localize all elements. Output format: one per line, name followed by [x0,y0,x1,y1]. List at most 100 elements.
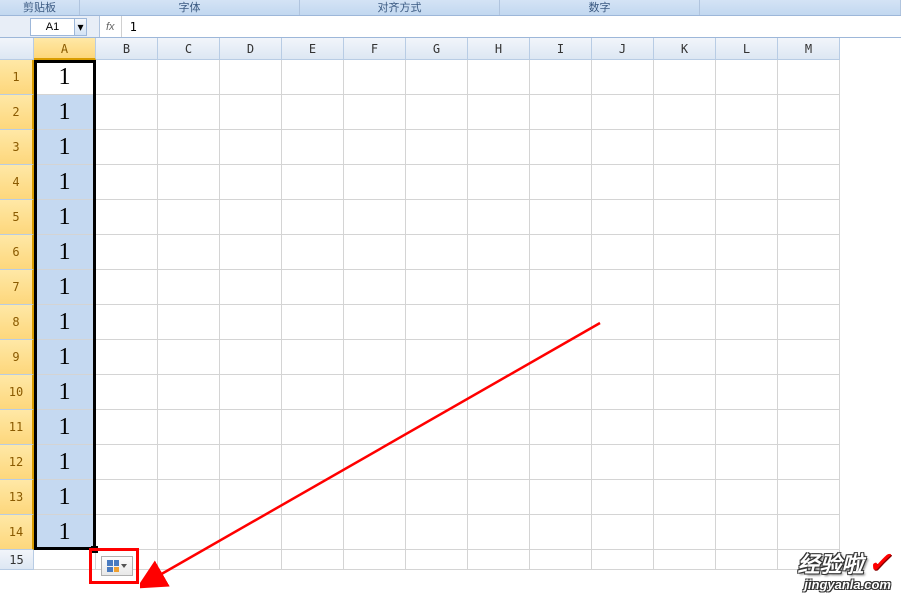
cell-B4[interactable] [96,165,158,200]
row-header-13[interactable]: 13 [0,480,34,515]
cell-E5[interactable] [282,200,344,235]
row-header-10[interactable]: 10 [0,375,34,410]
cells-area[interactable]: 1 1 1 1 1 1 1 1 1 1 1 1 1 1 [34,60,840,570]
cell-K13[interactable] [654,480,716,515]
row-header-11[interactable]: 11 [0,410,34,445]
fill-handle[interactable] [91,546,98,553]
cell-B14[interactable] [96,515,158,550]
cell-H11[interactable] [468,410,530,445]
cell-C13[interactable] [158,480,220,515]
cell-M8[interactable] [778,305,840,340]
cell-F15[interactable] [344,550,406,570]
cell-G14[interactable] [406,515,468,550]
name-box[interactable]: A1 [30,18,75,36]
row-header-3[interactable]: 3 [0,130,34,165]
cell-F1[interactable] [344,60,406,95]
cell-G13[interactable] [406,480,468,515]
col-header-M[interactable]: M [778,38,840,60]
cell-F11[interactable] [344,410,406,445]
cell-I15[interactable] [530,550,592,570]
cell-C10[interactable] [158,375,220,410]
cell-E3[interactable] [282,130,344,165]
cell-A2[interactable]: 1 [34,95,96,130]
cell-C4[interactable] [158,165,220,200]
cell-H1[interactable] [468,60,530,95]
cell-D14[interactable] [220,515,282,550]
cell-C2[interactable] [158,95,220,130]
cell-E7[interactable] [282,270,344,305]
cell-D3[interactable] [220,130,282,165]
cell-M3[interactable] [778,130,840,165]
cell-K14[interactable] [654,515,716,550]
col-header-B[interactable]: B [96,38,158,60]
cell-C15[interactable] [158,550,220,570]
row-header-6[interactable]: 6 [0,235,34,270]
cell-M12[interactable] [778,445,840,480]
cell-B7[interactable] [96,270,158,305]
cell-I7[interactable] [530,270,592,305]
cell-D6[interactable] [220,235,282,270]
cell-H4[interactable] [468,165,530,200]
cell-C6[interactable] [158,235,220,270]
cell-E15[interactable] [282,550,344,570]
cell-E14[interactable] [282,515,344,550]
col-header-L[interactable]: L [716,38,778,60]
cell-E4[interactable] [282,165,344,200]
cell-J12[interactable] [592,445,654,480]
cell-L15[interactable] [716,550,778,570]
cell-E11[interactable] [282,410,344,445]
cell-G15[interactable] [406,550,468,570]
cell-C11[interactable] [158,410,220,445]
cell-J4[interactable] [592,165,654,200]
cell-I5[interactable] [530,200,592,235]
cell-F12[interactable] [344,445,406,480]
cell-D5[interactable] [220,200,282,235]
cell-I11[interactable] [530,410,592,445]
cell-B12[interactable] [96,445,158,480]
cell-C1[interactable] [158,60,220,95]
cell-E10[interactable] [282,375,344,410]
cell-B2[interactable] [96,95,158,130]
row-header-5[interactable]: 5 [0,200,34,235]
cell-M1[interactable] [778,60,840,95]
row-header-2[interactable]: 2 [0,95,34,130]
cell-H9[interactable] [468,340,530,375]
cell-F8[interactable] [344,305,406,340]
cell-H5[interactable] [468,200,530,235]
cell-J6[interactable] [592,235,654,270]
cell-B9[interactable] [96,340,158,375]
row-header-8[interactable]: 8 [0,305,34,340]
row-header-15[interactable]: 15 [0,550,34,570]
cell-L14[interactable] [716,515,778,550]
cell-D15[interactable] [220,550,282,570]
cell-J13[interactable] [592,480,654,515]
cell-K12[interactable] [654,445,716,480]
cell-K11[interactable] [654,410,716,445]
cell-F9[interactable] [344,340,406,375]
cell-J7[interactable] [592,270,654,305]
cell-G4[interactable] [406,165,468,200]
cell-A10[interactable]: 1 [34,375,96,410]
cell-K6[interactable] [654,235,716,270]
cell-G3[interactable] [406,130,468,165]
col-header-F[interactable]: F [344,38,406,60]
cell-J5[interactable] [592,200,654,235]
cell-L1[interactable] [716,60,778,95]
cell-A9[interactable]: 1 [34,340,96,375]
cell-L12[interactable] [716,445,778,480]
cell-F4[interactable] [344,165,406,200]
cell-K1[interactable] [654,60,716,95]
cell-D13[interactable] [220,480,282,515]
cell-G7[interactable] [406,270,468,305]
cell-M6[interactable] [778,235,840,270]
cell-D12[interactable] [220,445,282,480]
cell-E12[interactable] [282,445,344,480]
cell-B1[interactable] [96,60,158,95]
cell-I9[interactable] [530,340,592,375]
cell-M13[interactable] [778,480,840,515]
cell-I12[interactable] [530,445,592,480]
cell-M5[interactable] [778,200,840,235]
cell-C8[interactable] [158,305,220,340]
cell-L8[interactable] [716,305,778,340]
cell-H2[interactable] [468,95,530,130]
